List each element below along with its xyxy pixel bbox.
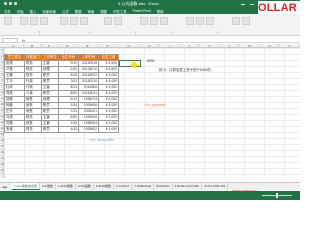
sort-filter-button[interactable]: [242, 17, 250, 25]
sheet-tab[interactable]: 5.SUM函数: [94, 183, 115, 190]
ribbon-group: [0, 31, 40, 35]
cell-hire-date[interactable]: 2015/9/15: [78, 60, 99, 67]
cell-birth-year[interactable]: 4/33: [58, 126, 79, 133]
ribbon-group: [50, 31, 90, 35]
cell-h2-value[interactable]: 5000: [147, 59, 155, 63]
sheet-tab[interactable]: 1.Hex函数的运用: [12, 183, 40, 190]
table-format-button[interactable]: [150, 17, 158, 25]
ribbon-tab[interactable]: 开始: [17, 9, 24, 14]
sheet-tab[interactable]: 9.ROW+COLUMN: [173, 183, 203, 190]
selected-cell[interactable]: [119, 60, 141, 67]
sheet-tab[interactable]: 7.AVERAGE: [132, 183, 155, 190]
ribbon-tab[interactable]: 页面布局: [42, 9, 56, 14]
ribbon-tab[interactable]: 视图: [100, 9, 107, 14]
font-button[interactable]: [20, 17, 28, 25]
column-header-position[interactable]: 工作职位: [41, 54, 59, 61]
paste-button[interactable]: [4, 17, 12, 25]
cell-salary[interactable]: ¥ 4,000: [98, 126, 119, 133]
window-controls: [241, 2, 254, 5]
bold-button[interactable]: [30, 17, 38, 25]
sheet-tab[interactable]: 6.COUNT: [114, 183, 133, 190]
sheet-nav-arrows-icon[interactable]: ◀ ▶: [2, 185, 7, 189]
minimize-icon[interactable]: [241, 2, 245, 5]
ribbon-tab[interactable]: Power Pivot: [133, 9, 151, 13]
insert-button[interactable]: [186, 17, 194, 25]
align-left-button[interactable]: [60, 17, 68, 25]
brand-logo: OLLAR: [258, 1, 300, 15]
undo-icon[interactable]: [9, 2, 12, 5]
sheet-tab[interactable]: 3.AND函数: [56, 183, 76, 190]
cell-department[interactable]: 财务: [24, 126, 42, 133]
cell-hire-date[interactable]: 2013/9/10: [78, 66, 99, 73]
cell-position[interactable]: 职员: [41, 126, 59, 133]
ribbon-tab[interactable]: 开发工具: [113, 9, 127, 14]
maximize-icon[interactable]: [250, 2, 254, 5]
worksheet-grid[interactable]: 员工姓名 所属部门 工作职位 出生年份 入职时间 应发工资 张燕 财务 主管 0…: [4, 48, 300, 192]
conditional-format-button[interactable]: [140, 17, 148, 25]
autosum-button[interactable]: [232, 17, 240, 25]
ribbon-tab[interactable]: 文件: [4, 9, 11, 14]
window-title: 3.公式函数.xlsx - Excel: [118, 1, 159, 6]
name-box[interactable]: [2, 37, 18, 43]
redo-icon[interactable]: [14, 2, 17, 5]
cell-name[interactable]: 宋维: [4, 126, 25, 133]
save-icon[interactable]: [4, 2, 7, 5]
fx-icon[interactable]: fx: [22, 38, 25, 43]
sheet-tab-bar: ◀ ▶ 1.Hex函数的运用 2.IF函数 3.AND函数 4.OR函数 5.S…: [0, 182, 300, 190]
ribbon-tab[interactable]: 插入: [30, 9, 37, 14]
sheet-tab[interactable]: 2.IF函数: [40, 183, 57, 190]
sheet-tab[interactable]: 10.IF+AND+OR: [202, 183, 229, 190]
ribbon-tab[interactable]: 审阅: [87, 9, 94, 14]
column-header-department[interactable]: 所属部门: [24, 54, 42, 61]
watermark-text: 一Ex. Bunkun891: [88, 138, 115, 142]
sheet-tab[interactable]: 8.ROUND: [154, 183, 173, 190]
table-row: 宋维 财务 职员 4/33 1995/6/2 ¥ 4,000: [4, 126, 119, 133]
ribbon-group: [96, 31, 136, 35]
number-format-button[interactable]: [104, 17, 112, 25]
ribbon: [0, 14, 300, 36]
ribbon-tab[interactable]: 数据: [75, 9, 82, 14]
ribbon-tab[interactable]: 帮助: [157, 9, 164, 14]
ribbon-tab[interactable]: 公式: [62, 9, 69, 14]
percent-button[interactable]: [114, 17, 122, 25]
delete-button[interactable]: [196, 17, 204, 25]
watermark-text: 一Ex. glanrenB: [143, 103, 166, 107]
quick-access-toolbar[interactable]: [4, 2, 24, 6]
merge-button[interactable]: [80, 17, 88, 25]
cell-style-button[interactable]: [160, 17, 168, 25]
formula-bar: fx: [0, 37, 300, 43]
cell-hire-date[interactable]: 1995/6/2: [78, 126, 99, 133]
employee-table: 员工姓名 所属部门 工作职位 出生年份 入职时间 应发工资 张燕 财务 主管 0…: [4, 54, 119, 133]
status-bar: [0, 191, 300, 200]
italic-button[interactable]: [40, 17, 48, 25]
cell-hire-date[interactable]: 2015/9/22: [78, 72, 99, 79]
cell-hire-date[interactable]: 2018/2/10: [78, 78, 99, 85]
zoom-slider-thumb[interactable]: [276, 193, 278, 198]
task-note[interactable]: 练习：计算应发工资不低于5000的...: [159, 67, 213, 72]
cell-hire-date[interactable]: 2016/8/31: [78, 90, 99, 97]
cursor-highlight: [131, 62, 137, 68]
ribbon-group: [132, 31, 172, 35]
align-center-button[interactable]: [70, 17, 78, 25]
title-bar: 3.公式函数.xlsx - Excel: [0, 0, 300, 8]
ribbon-group: [178, 31, 218, 35]
sheet-tab[interactable]: 4.OR函数: [76, 183, 94, 190]
format-button[interactable]: [206, 17, 214, 25]
